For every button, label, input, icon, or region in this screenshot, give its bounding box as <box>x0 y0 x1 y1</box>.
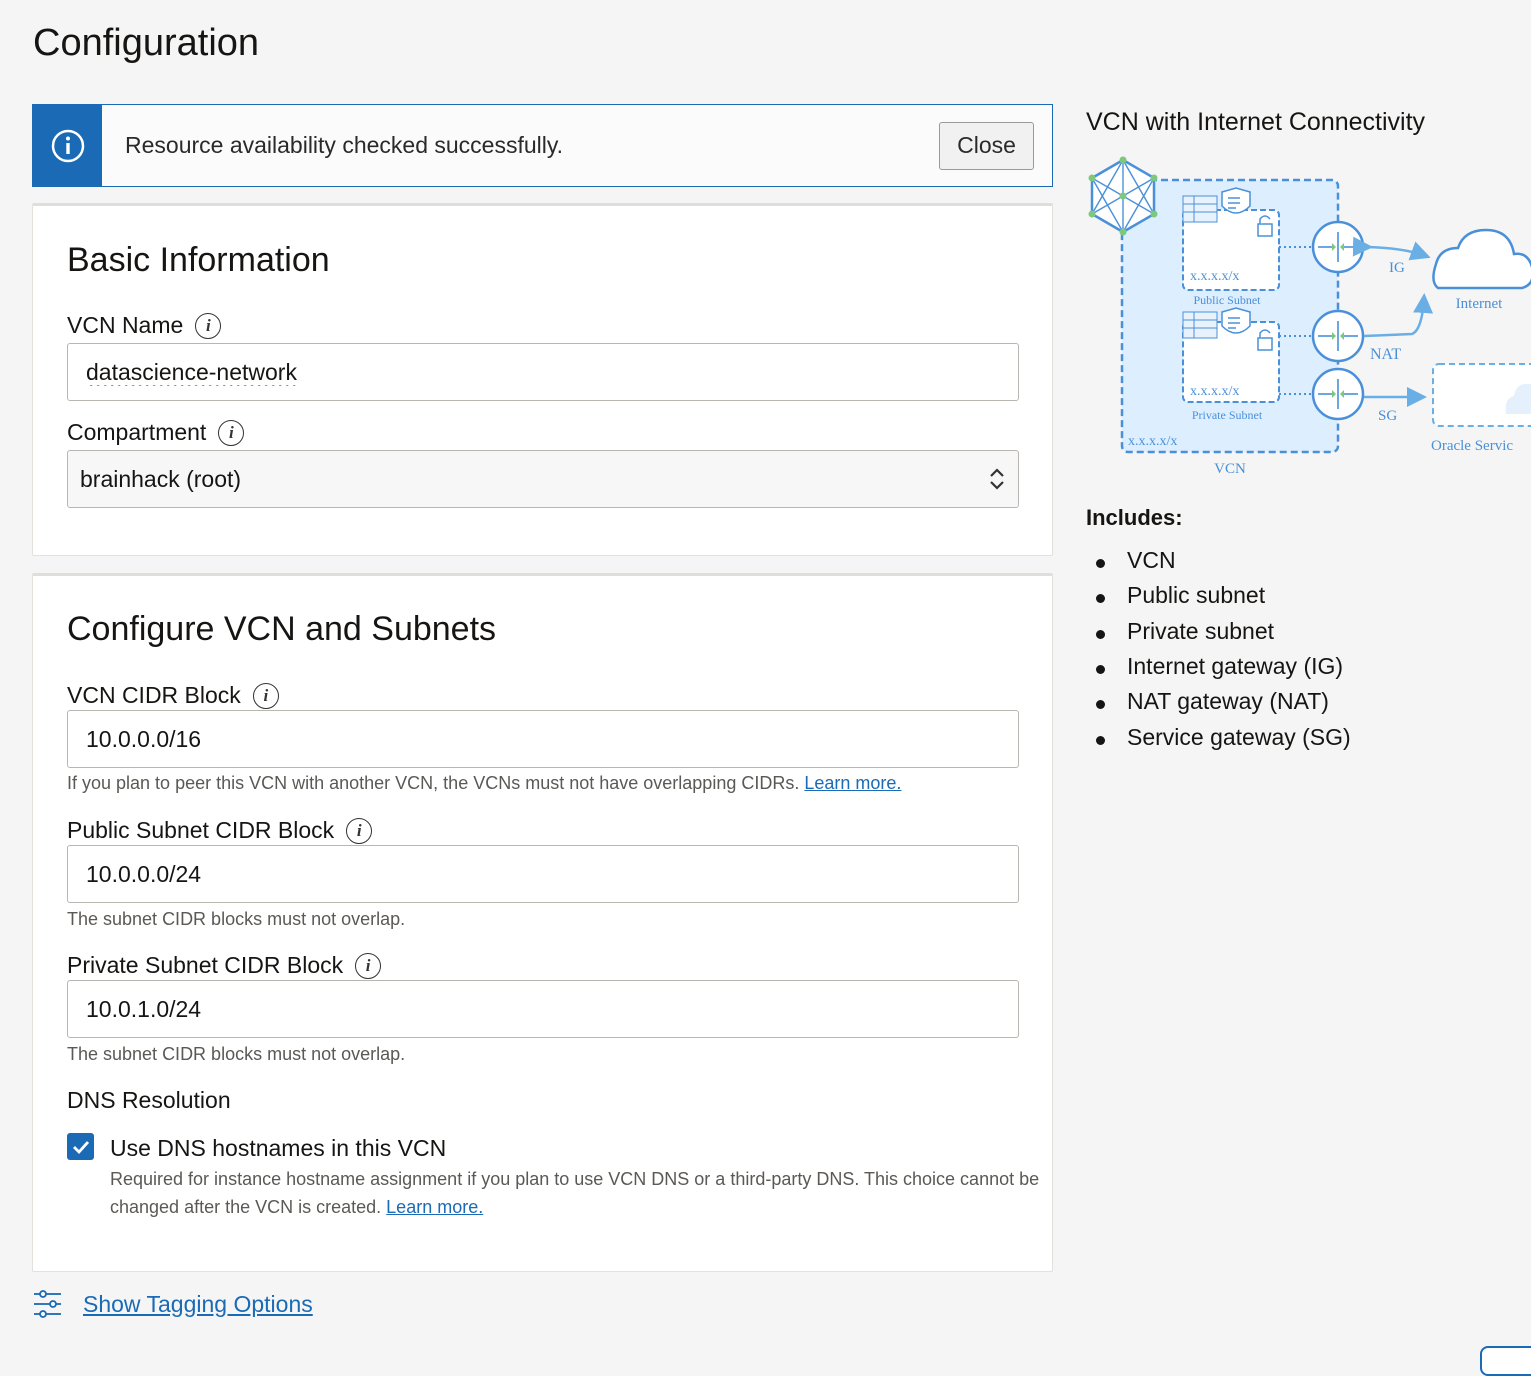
basic-information-section: Basic Information VCN Name i Compartment… <box>32 203 1053 556</box>
ig-text: IG <box>1389 260 1405 276</box>
vcn-name-input[interactable] <box>67 343 1019 401</box>
vcn-cidr-help: If you plan to peer this VCN with anothe… <box>67 773 901 794</box>
list-item-text: NAT gateway (NAT) <box>1127 688 1329 715</box>
vcn-cidr-label-text: VCN CIDR Block <box>67 682 241 708</box>
list-item: Private subnet <box>1096 614 1351 649</box>
nat-text: NAT <box>1370 346 1401 363</box>
info-icon[interactable]: i <box>252 682 279 709</box>
list-item-text: Service gateway (SG) <box>1127 723 1351 750</box>
list-item-text: Public subnet <box>1127 582 1266 609</box>
basic-information-heading: Basic Information <box>67 241 330 279</box>
list-item: Internet gateway (IG) <box>1096 649 1351 684</box>
list-item-text: Private subnet <box>1127 617 1275 644</box>
vcn-cidr-input[interactable] <box>67 710 1019 768</box>
security-list-icon <box>1221 187 1251 214</box>
close-button[interactable]: Close <box>939 121 1034 170</box>
vcn-cidr-text: x.x.x.x/x <box>1128 434 1177 449</box>
tagging-options[interactable]: Show Tagging Options <box>33 1289 313 1319</box>
vcn-diagram: x.x.x.x/x Public Subnet x.x.x.x/x Privat… <box>1088 156 1531 477</box>
service-gateway-icon <box>1311 367 1365 421</box>
compartment-value: brainhack (root) <box>80 465 242 492</box>
configure-vcn-heading: Configure VCN and Subnets <box>67 610 497 648</box>
dns-description-text: Required for instance hostname assignmen… <box>110 1169 1040 1217</box>
list-item-text: Internet gateway (IG) <box>1127 653 1344 680</box>
private-subnet-text: Private Subnet <box>1192 408 1263 422</box>
page-title: Configuration <box>33 22 260 64</box>
vcn-cidr-label: VCN CIDR Block i <box>67 682 279 709</box>
private-cidr-text: x.x.x.x/x <box>1190 384 1239 399</box>
internet-text: Internet <box>1456 296 1503 312</box>
list-item-text: VCN <box>1127 547 1176 574</box>
dns-description: Required for instance hostname assignmen… <box>110 1165 1060 1221</box>
private-cidr-label-text: Private Subnet CIDR Block <box>67 952 344 978</box>
bullet-icon <box>1096 665 1105 675</box>
lock-icon <box>1257 329 1273 351</box>
public-cidr-input[interactable] <box>67 845 1019 903</box>
sliders-icon <box>34 1290 61 1318</box>
route-table-icon <box>1182 311 1218 339</box>
public-cidr-label-text: Public Subnet CIDR Block <box>67 817 335 843</box>
learn-more-link[interactable]: Learn more. <box>804 773 901 793</box>
bullet-icon <box>1096 629 1105 639</box>
public-cidr-text: x.x.x.x/x <box>1190 269 1239 284</box>
info-icon[interactable]: i <box>218 419 245 446</box>
bullet-icon <box>1096 735 1105 745</box>
bullet-icon <box>1096 594 1105 604</box>
info-icon <box>33 105 102 186</box>
bullet-icon <box>1096 559 1105 569</box>
list-item: Service gateway (SG) <box>1096 719 1351 754</box>
info-icon[interactable]: i <box>195 312 222 339</box>
partial-button[interactable] <box>1480 1346 1531 1376</box>
diagram-title: VCN with Internet Connectivity <box>1086 108 1426 136</box>
public-cidr-label: Public Subnet CIDR Block i <box>67 817 373 844</box>
vcn-name-label-text: VCN Name <box>67 312 184 338</box>
private-cidr-help: The subnet CIDR blocks must not overlap. <box>67 1044 406 1064</box>
dns-hostnames-label[interactable]: Use DNS hostnames in this VCN <box>110 1135 446 1162</box>
compartment-select[interactable]: brainhack (root) <box>67 450 1019 508</box>
vcn-name-label: VCN Name i <box>67 312 222 339</box>
public-cidr-help: The subnet CIDR blocks must not overlap. <box>67 909 406 929</box>
private-cidr-input[interactable] <box>67 980 1019 1038</box>
private-cidr-label: Private Subnet CIDR Block i <box>67 952 382 979</box>
info-banner: Resource availability checked successful… <box>32 104 1053 187</box>
vcn-text: VCN <box>1214 461 1246 477</box>
list-item: NAT gateway (NAT) <box>1096 684 1351 719</box>
list-item: VCN <box>1096 543 1351 578</box>
checkmark-icon <box>72 1140 89 1154</box>
cloud-icon <box>1432 228 1531 290</box>
select-arrows-icon <box>990 468 1004 490</box>
security-list-icon <box>1221 307 1251 334</box>
dns-hostnames-checkbox[interactable] <box>67 1133 94 1160</box>
learn-more-link[interactable]: Learn more. <box>386 1197 483 1217</box>
sg-text: SG <box>1378 408 1397 424</box>
route-table-icon <box>1182 195 1218 223</box>
configure-vcn-section: Configure VCN and Subnets VCN CIDR Block… <box>32 573 1053 1272</box>
info-icon[interactable]: i <box>346 817 373 844</box>
vcn-cidr-help-text: If you plan to peer this VCN with anothe… <box>67 773 800 793</box>
lock-icon <box>1257 215 1273 237</box>
dns-resolution-label: DNS Resolution <box>67 1087 231 1113</box>
public-subnet-text: Public Subnet <box>1193 293 1261 307</box>
internet-gateway-icon <box>1311 220 1365 274</box>
compartment-label-text: Compartment <box>67 419 207 445</box>
includes-list: VCN Public subnet Private subnet Interne… <box>1096 543 1351 755</box>
nat-gateway-icon <box>1311 309 1365 363</box>
includes-title: Includes: <box>1086 505 1183 530</box>
bullet-icon <box>1096 700 1105 710</box>
oracle-services-text: Oracle Servic <box>1431 438 1513 454</box>
list-item: Public subnet <box>1096 578 1351 613</box>
banner-message: Resource availability checked successful… <box>125 132 564 158</box>
info-icon[interactable]: i <box>355 952 382 979</box>
compartment-label: Compartment i <box>67 419 245 446</box>
show-tagging-options-link[interactable]: Show Tagging Options <box>83 1291 313 1318</box>
